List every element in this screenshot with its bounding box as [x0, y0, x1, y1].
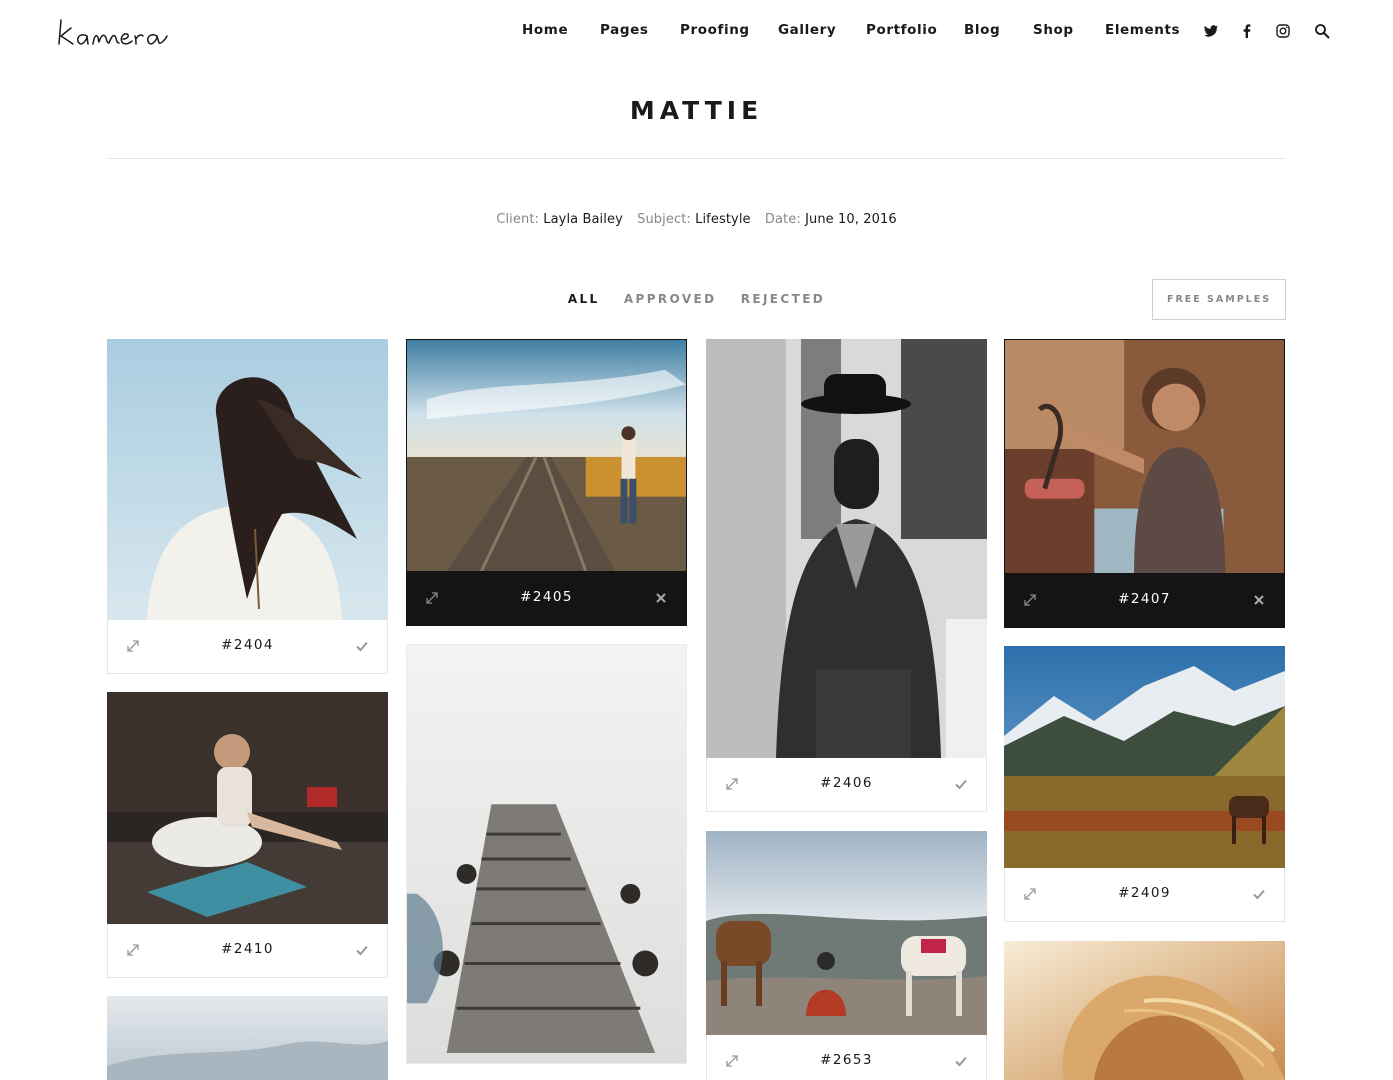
nav-home[interactable]: Home — [522, 22, 568, 38]
subject-label: Subject: — [637, 212, 691, 227]
expand-icon[interactable] — [725, 1054, 739, 1068]
photo-number: #2407 — [1118, 591, 1171, 607]
main-nav: Home Pages Proofing Gallery Portfolio Bl… — [0, 22, 1393, 42]
gallery-card-2653: #2653 — [706, 831, 987, 1080]
approve-check-icon[interactable] — [355, 943, 369, 957]
filter-approved[interactable]: APPROVED — [624, 292, 717, 306]
nav-shop[interactable]: Shop — [1033, 22, 1074, 38]
card-footer: #2410 — [107, 924, 388, 978]
gallery-card-partial — [1004, 941, 1285, 1080]
expand-icon[interactable] — [1023, 593, 1037, 607]
instagram-icon[interactable] — [1275, 23, 1291, 39]
gallery-photo[interactable] — [1004, 339, 1285, 574]
photo-number: #2410 — [221, 941, 274, 957]
expand-icon[interactable] — [126, 943, 140, 957]
gallery-card-2409: #2409 — [1004, 646, 1285, 922]
photo-number: #2404 — [221, 637, 274, 653]
gallery-card-2407: #2407 — [1004, 339, 1285, 628]
approve-check-icon[interactable] — [954, 777, 968, 791]
search-icon[interactable] — [1314, 23, 1330, 39]
date-value: June 10, 2016 — [805, 212, 897, 227]
filter-rejected[interactable]: REJECTED — [741, 292, 825, 306]
filter-all[interactable]: ALL — [568, 292, 600, 306]
date-label: Date: — [764, 212, 801, 227]
expand-icon[interactable] — [126, 639, 140, 653]
approve-check-icon[interactable] — [954, 1054, 968, 1068]
gallery-photo[interactable] — [107, 996, 388, 1080]
nav-gallery[interactable]: Gallery — [778, 22, 836, 38]
gallery-card-partial — [107, 996, 388, 1080]
card-footer: #2653 — [706, 1035, 987, 1080]
free-samples-button[interactable]: FREE SAMPLES — [1152, 279, 1286, 320]
gallery-photo[interactable] — [406, 339, 687, 572]
client-value: Layla Bailey — [543, 212, 623, 227]
gallery-photo[interactable] — [107, 692, 388, 924]
gallery-photo[interactable] — [1004, 646, 1285, 868]
card-footer: #2406 — [706, 758, 987, 812]
gallery-card-2404: #2404 — [107, 339, 388, 674]
project-meta: Client: Layla Bailey Subject: Lifestyle … — [0, 212, 1393, 227]
reject-x-icon[interactable] — [654, 591, 668, 605]
title-divider — [107, 158, 1286, 159]
photo-number: #2406 — [820, 775, 873, 791]
subject-value: Lifestyle — [695, 212, 751, 227]
nav-pages[interactable]: Pages — [600, 22, 649, 38]
page-title: MATTIE — [629, 96, 764, 125]
gallery-photo[interactable] — [406, 644, 687, 1064]
expand-icon[interactable] — [425, 591, 439, 605]
client-label: Client: — [496, 212, 540, 227]
gallery-photo[interactable] — [1004, 941, 1285, 1080]
expand-icon[interactable] — [725, 777, 739, 791]
gallery-card-2405: #2405 — [406, 339, 687, 626]
approve-check-icon[interactable] — [355, 639, 369, 653]
twitter-icon[interactable] — [1203, 23, 1219, 39]
card-footer: #2404 — [107, 620, 388, 674]
reject-x-icon[interactable] — [1252, 593, 1266, 607]
gallery-card-dock — [406, 644, 687, 1080]
nav-elements[interactable]: Elements — [1105, 22, 1180, 38]
nav-proofing[interactable]: Proofing — [680, 22, 750, 38]
photo-number: #2653 — [820, 1052, 873, 1068]
card-footer: #2407 — [1004, 574, 1285, 628]
facebook-icon[interactable] — [1239, 23, 1255, 39]
photo-number: #2405 — [520, 589, 573, 605]
gallery-photo[interactable] — [706, 339, 987, 758]
nav-blog[interactable]: Blog — [964, 22, 1000, 38]
expand-icon[interactable] — [1023, 887, 1037, 901]
card-footer: #2409 — [1004, 868, 1285, 922]
gallery-photo[interactable] — [107, 339, 388, 620]
nav-portfolio[interactable]: Portfolio — [866, 22, 937, 38]
approve-check-icon[interactable] — [1252, 887, 1266, 901]
card-footer: #2405 — [406, 572, 687, 626]
photo-number: #2409 — [1118, 885, 1171, 901]
gallery-card-2410: #2410 — [107, 692, 388, 978]
gallery-photo[interactable] — [706, 831, 987, 1035]
gallery-card-2406: #2406 — [706, 339, 987, 812]
